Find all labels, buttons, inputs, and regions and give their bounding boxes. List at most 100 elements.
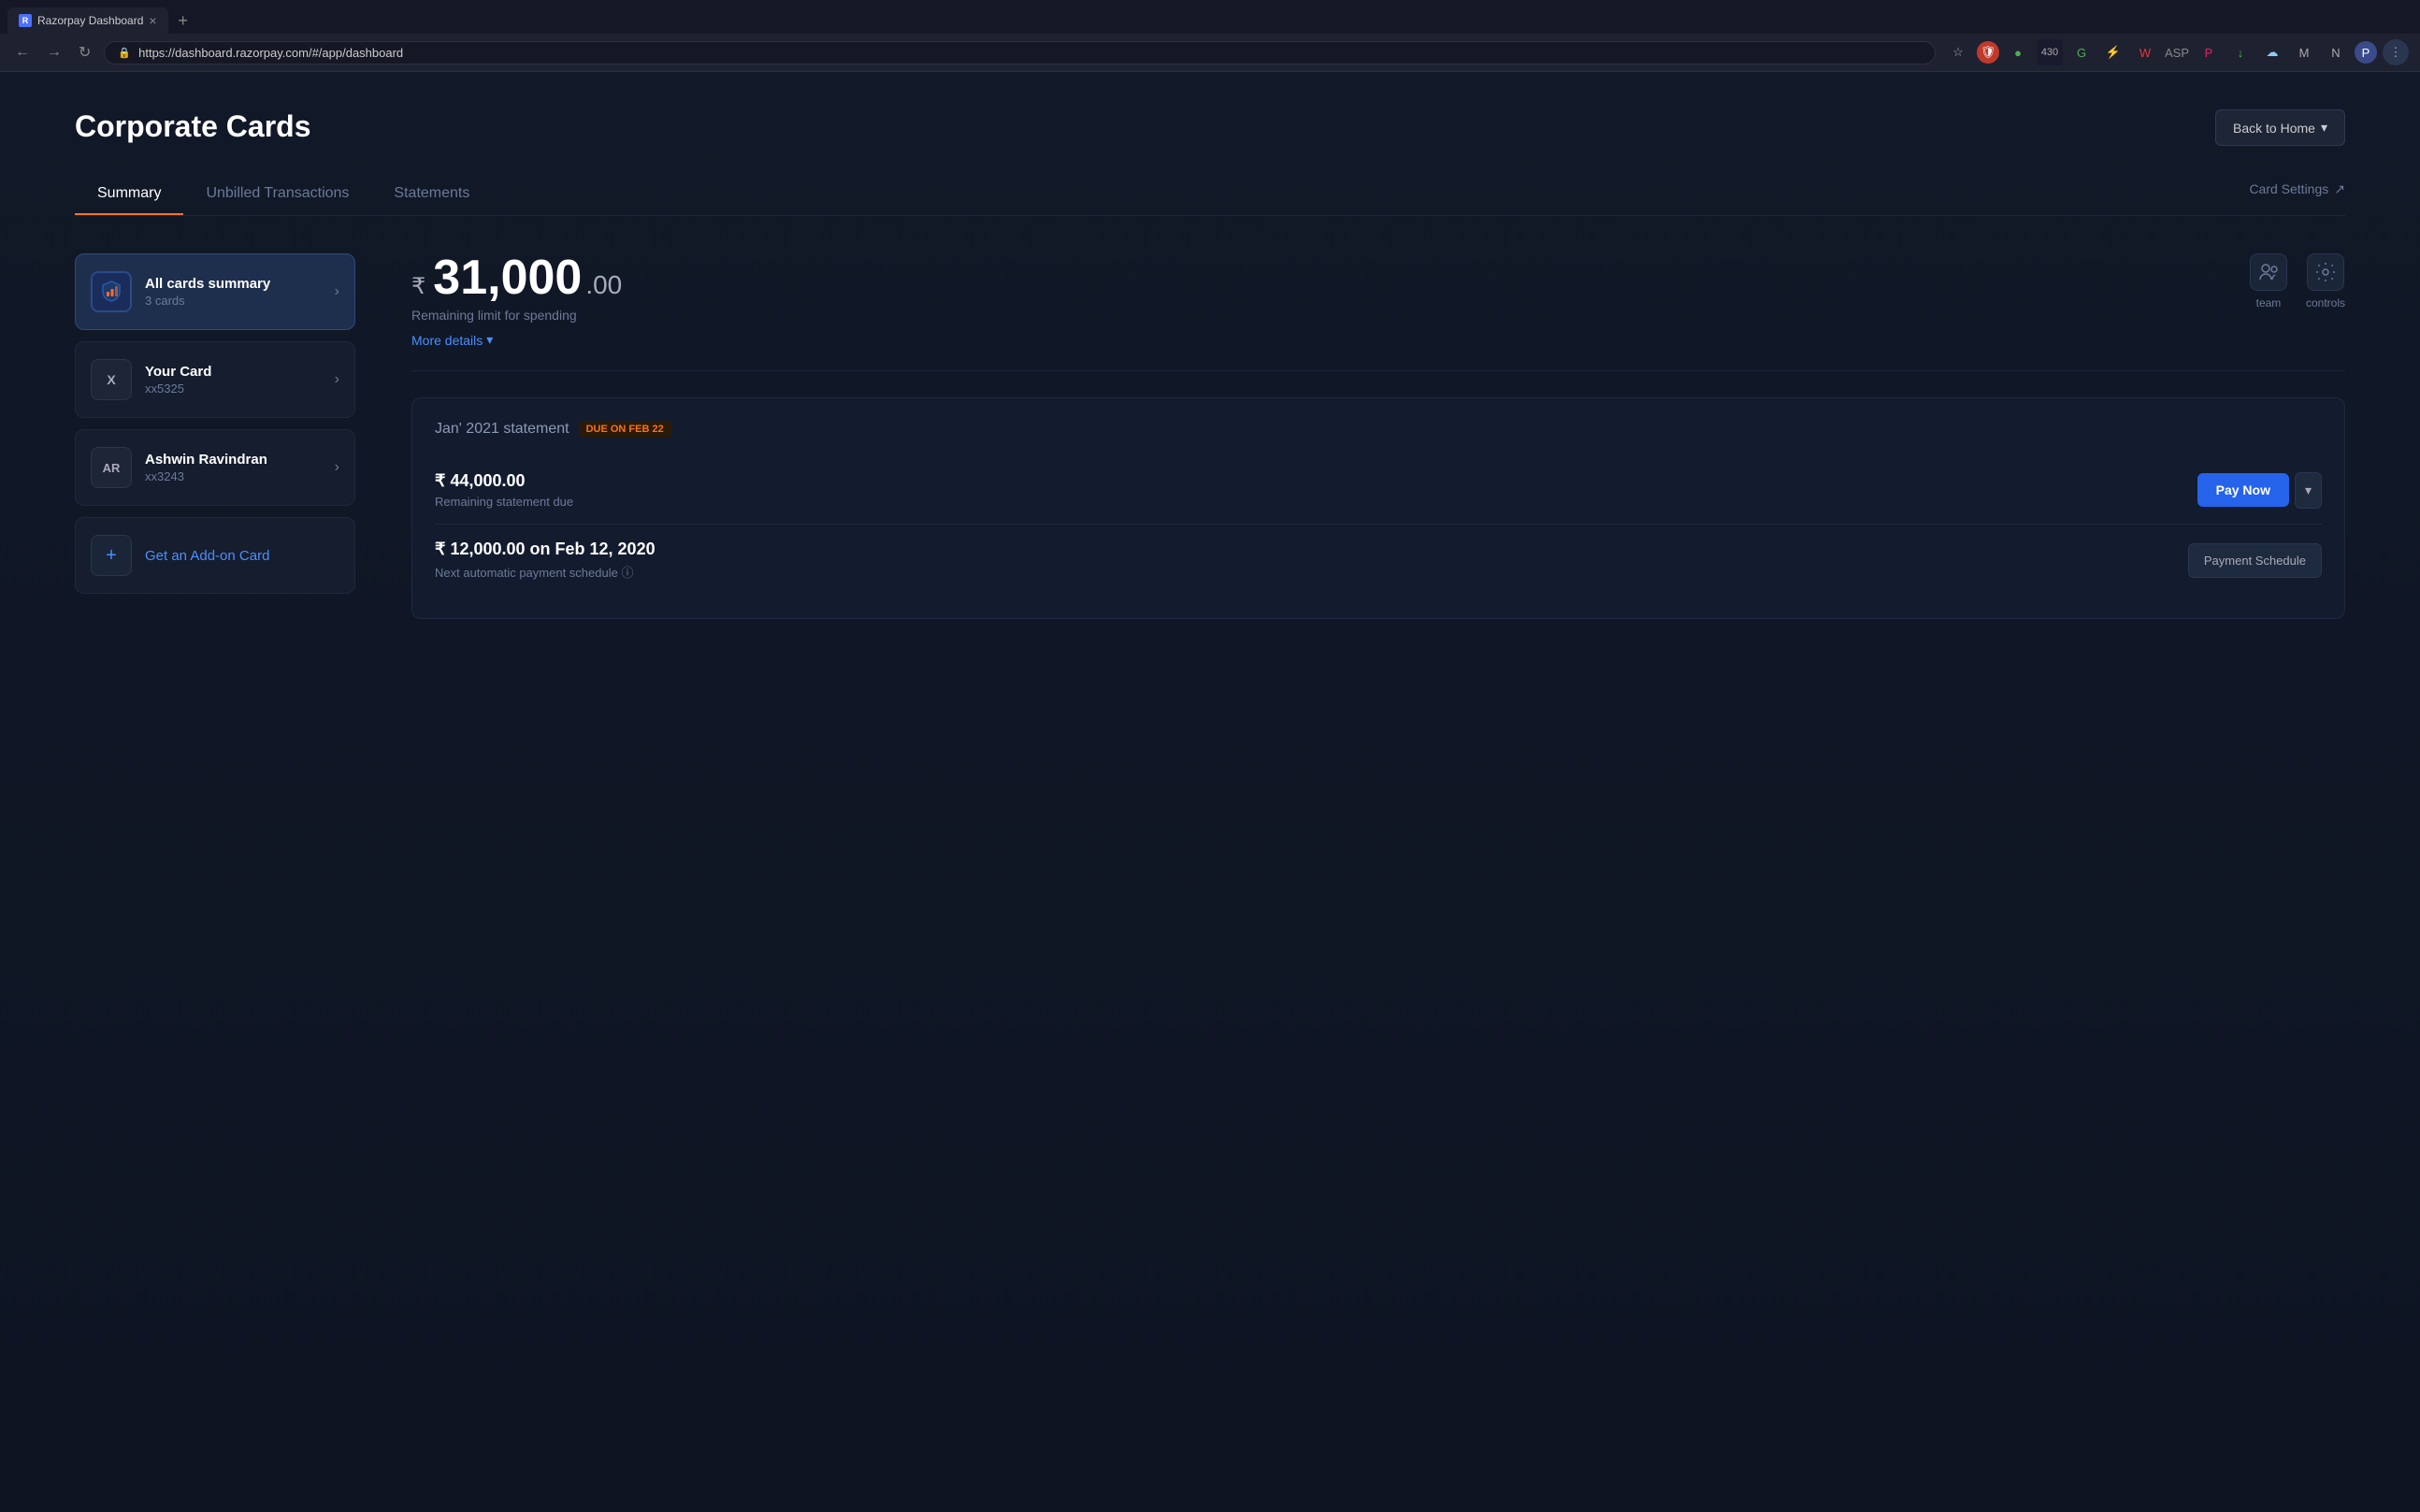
card-chevron-icon: ›: [335, 283, 339, 300]
balance-label: Remaining limit for spending: [411, 308, 622, 323]
card-item-all-summary[interactable]: All cards summary 3 cards ›: [75, 253, 355, 330]
shield-bar-icon: [99, 280, 123, 304]
statement-title: Jan' 2021 statement: [435, 421, 569, 438]
extension-icon-9[interactable]: ↓: [2227, 39, 2254, 65]
extension-icon-3[interactable]: 430: [2037, 39, 2063, 65]
back-to-home-button[interactable]: Back to Home ▾: [2215, 109, 2345, 146]
page-title: Corporate Cards: [75, 109, 311, 144]
auto-payment-label: Next automatic payment schedule ⓘ: [435, 563, 655, 581]
amount-decimal: .00: [585, 270, 622, 300]
pay-now-section: Pay Now ▾: [2197, 472, 2322, 509]
tab-summary[interactable]: Summary: [75, 174, 183, 215]
refresh-button[interactable]: ↻: [75, 41, 94, 64]
browser-tab[interactable]: R Razorpay Dashboard ×: [7, 7, 168, 34]
lock-icon: 🔒: [118, 47, 131, 59]
extension-icon-5[interactable]: ⚡: [2100, 39, 2126, 65]
tab-title: Razorpay Dashboard: [37, 14, 143, 27]
statement-due-label: Remaining statement due: [435, 495, 573, 509]
more-details-label: More details: [411, 333, 483, 348]
app-container: Corporate Cards Back to Home ▾ Summary U…: [0, 72, 2420, 1512]
ashwin-card-info: Ashwin Ravindran xx3243: [145, 452, 322, 483]
extension-icon-12[interactable]: N: [2323, 39, 2349, 65]
action-icons: team controls: [2250, 253, 2345, 310]
add-card-icon: +: [91, 535, 132, 576]
your-card-name: Your Card: [145, 364, 322, 380]
chevron-down-icon: ▾: [2321, 120, 2327, 136]
due-badge: DUE ON FEB 22: [579, 421, 671, 438]
browser-chrome: R Razorpay Dashboard × + ← → ↻ 🔒 https:/…: [0, 0, 2420, 72]
back-button[interactable]: ←: [11, 42, 34, 63]
pay-now-dropdown-button[interactable]: ▾: [2295, 472, 2322, 509]
external-link-icon: ↗: [2334, 181, 2345, 197]
card-details: ₹ 31,000 .00 Remaining limit for spendin…: [411, 253, 2345, 619]
close-tab-button[interactable]: ×: [149, 13, 156, 28]
your-card-chevron-icon: ›: [335, 371, 339, 388]
extension-icon-10[interactable]: ☁: [2259, 39, 2285, 65]
tab-favicon: R: [19, 14, 32, 27]
controls-action-button[interactable]: controls: [2306, 253, 2345, 310]
payment-schedule-button[interactable]: Payment Schedule: [2188, 543, 2322, 578]
tab-unbilled-transactions[interactable]: Unbilled Transactions: [183, 174, 371, 215]
balance-amount-row: ₹ 31,000 .00: [411, 253, 622, 302]
statement-due-amount: ₹ 44,000.00: [435, 471, 573, 491]
statement-header: Jan' 2021 statement DUE ON FEB 22: [435, 421, 2322, 438]
card-item-your-card[interactable]: X Your Card xx5325 ›: [75, 341, 355, 418]
new-tab-button[interactable]: +: [172, 9, 194, 32]
more-details-link[interactable]: More details ▾: [411, 332, 622, 348]
your-card-icon: X: [91, 359, 132, 400]
ashwin-card-icon-text: AR: [103, 461, 121, 475]
browser-tabs: R Razorpay Dashboard × +: [0, 0, 2420, 34]
ashwin-card-icon: AR: [91, 447, 132, 488]
extension-icon-6[interactable]: W: [2132, 39, 2158, 65]
currency-symbol: ₹: [411, 273, 425, 300]
browser-addressbar: ← → ↻ 🔒 https://dashboard.razorpay.com/#…: [0, 34, 2420, 72]
address-bar[interactable]: 🔒 https://dashboard.razorpay.com/#/app/d…: [104, 41, 1936, 65]
ashwin-card-name: Ashwin Ravindran: [145, 452, 322, 468]
all-cards-summary-name: All cards summary: [145, 276, 322, 292]
team-action-button[interactable]: team: [2250, 253, 2287, 310]
pay-now-button[interactable]: Pay Now: [2197, 473, 2289, 507]
auto-payment-amount: ₹ 12,000.00 on Feb 12, 2020: [435, 540, 655, 559]
bookmark-icon[interactable]: ☆: [1945, 39, 1971, 65]
extension-icon-7[interactable]: ASP: [2164, 39, 2190, 65]
main-content: All cards summary 3 cards › X Your Card …: [75, 253, 2345, 619]
cards-list: All cards summary 3 cards › X Your Card …: [75, 253, 355, 619]
extension-icon-1[interactable]: 🛡: [1977, 41, 1999, 64]
statement-due-info: ₹ 44,000.00 Remaining statement due: [435, 471, 573, 509]
extension-icon-8[interactable]: P: [2196, 39, 2222, 65]
statement-section: Jan' 2021 statement DUE ON FEB 22 ₹ 44,0…: [411, 397, 2345, 619]
statement-row-auto-payment: ₹ 12,000.00 on Feb 12, 2020 Next automat…: [435, 525, 2322, 596]
ashwin-card-sub: xx3243: [145, 469, 322, 483]
auto-payment-info: ₹ 12,000.00 on Feb 12, 2020 Next automat…: [435, 540, 655, 581]
browser-icons: ☆ 🛡 ● 430 G ⚡ W ASP P ↓ ☁ M N P ⋮: [1945, 39, 2409, 65]
card-settings-label: Card Settings: [2249, 181, 2328, 196]
balance-section: ₹ 31,000 .00 Remaining limit for spendin…: [411, 253, 2345, 371]
extension-icon-11[interactable]: M: [2291, 39, 2317, 65]
back-to-home-label: Back to Home: [2233, 121, 2315, 136]
extension-icon-4[interactable]: G: [2068, 39, 2095, 65]
your-card-icon-text: X: [107, 372, 115, 387]
card-settings-link[interactable]: Card Settings ↗: [2249, 181, 2345, 209]
ashwin-card-chevron-icon: ›: [335, 459, 339, 476]
your-card-info: Your Card xx5325: [145, 364, 322, 396]
team-icon: [2250, 253, 2287, 291]
url-text: https://dashboard.razorpay.com/#/app/das…: [138, 46, 403, 60]
add-on-card-label: Get an Add-on Card: [145, 548, 269, 564]
header-row: Corporate Cards Back to Home ▾: [75, 109, 2345, 146]
tab-statements[interactable]: Statements: [371, 174, 492, 215]
menu-icon[interactable]: ⋮: [2383, 39, 2409, 65]
summary-card-icon: [91, 271, 132, 312]
profile-icon[interactable]: P: [2355, 41, 2377, 64]
card-item-ashwin[interactable]: AR Ashwin Ravindran xx3243 ›: [75, 429, 355, 506]
chevron-down-icon-details: ▾: [486, 332, 493, 348]
forward-button[interactable]: →: [43, 42, 65, 63]
add-on-card-item[interactable]: + Get an Add-on Card: [75, 517, 355, 594]
statement-row-due: ₹ 44,000.00 Remaining statement due Pay …: [435, 456, 2322, 525]
team-label: team: [2256, 296, 2282, 310]
all-cards-summary-sub: 3 cards: [145, 294, 322, 308]
tabs-row: Summary Unbilled Transactions Statements…: [75, 174, 2345, 216]
info-icon: ⓘ: [621, 566, 633, 580]
controls-icon: [2307, 253, 2344, 291]
your-card-sub: xx5325: [145, 382, 322, 396]
extension-icon-2[interactable]: ●: [2005, 39, 2031, 65]
